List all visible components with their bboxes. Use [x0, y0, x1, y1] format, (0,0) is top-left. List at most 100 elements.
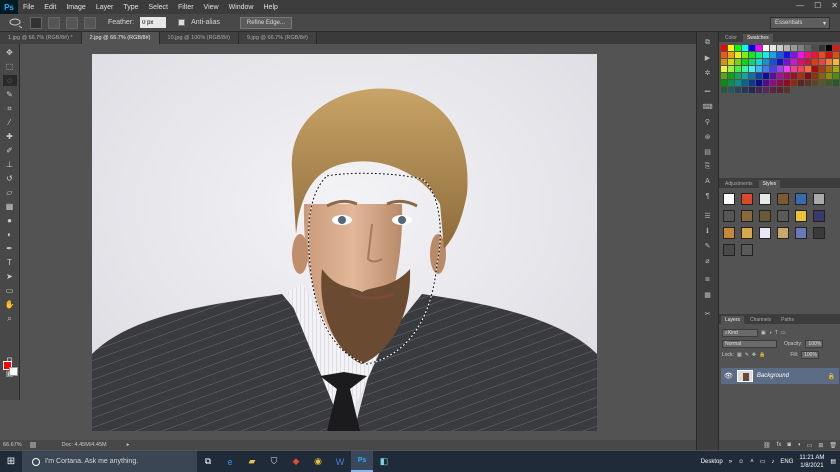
menu-window[interactable]: Window: [224, 4, 259, 11]
tab-layers[interactable]: Layers: [721, 316, 745, 324]
swatch-cell[interactable]: [756, 45, 762, 51]
style-preset-cell[interactable]: [813, 227, 825, 239]
style-preset-cell[interactable]: [777, 227, 789, 239]
new-layer-icon[interactable]: ⊞: [818, 442, 823, 449]
tab-doc-9[interactable]: 9.jpg @ 66.7% (RGB/8#): [238, 32, 317, 44]
menu-file[interactable]: File: [18, 4, 39, 11]
properties-panel-icon[interactable]: ☰: [702, 211, 714, 220]
swatch-cell[interactable]: [798, 45, 804, 51]
swatch-cell[interactable]: [826, 73, 832, 79]
dodge-tool-icon[interactable]: ◐: [3, 229, 17, 240]
swatch-cell[interactable]: [749, 73, 755, 79]
swatch-cell[interactable]: [833, 52, 839, 58]
swatch-cell[interactable]: [812, 52, 818, 58]
swatch-cell[interactable]: [791, 59, 797, 65]
swatch-cell[interactable]: [728, 45, 734, 51]
tab-color[interactable]: Color: [721, 34, 741, 42]
style-preset-cell[interactable]: [741, 210, 753, 222]
tab-doc-2[interactable]: 2.jpg @ 66.7% (RGB/8#): [81, 32, 160, 44]
windows-start-icon[interactable]: ⊞: [0, 451, 22, 472]
swatch-cell[interactable]: [777, 59, 783, 65]
swatch-cell[interactable]: [784, 66, 790, 72]
rectangle-tool-icon[interactable]: ▭: [3, 285, 17, 296]
style-preset-cell[interactable]: [795, 193, 807, 205]
swatch-cell[interactable]: [826, 45, 832, 51]
swatch-cell[interactable]: [819, 80, 825, 86]
measurement-panel-icon[interactable]: ⌀: [702, 256, 714, 265]
cortana-search-box[interactable]: I'm Cortana. Ask me anything.: [22, 451, 197, 472]
3d-panel-icon[interactable]: ⧈: [702, 275, 714, 284]
status-info-icon[interactable]: [29, 442, 36, 448]
swatch-cell[interactable]: [777, 45, 783, 51]
app-red-icon[interactable]: ◆: [285, 451, 307, 472]
chevron-up-icon[interactable]: ˄: [750, 459, 754, 465]
swatch-cell[interactable]: [742, 52, 748, 58]
swatch-cell[interactable]: [826, 66, 832, 72]
swatch-cell[interactable]: [742, 80, 748, 86]
swatch-cell[interactable]: [812, 59, 818, 65]
swatch-cell[interactable]: [791, 80, 797, 86]
swatch-cell[interactable]: [784, 45, 790, 51]
layer-comps-panel-icon[interactable]: ⎘: [702, 162, 714, 171]
glyphs-panel-icon[interactable]: ¶: [702, 192, 714, 201]
swatch-cell[interactable]: [819, 59, 825, 65]
swatch-cell[interactable]: [728, 52, 734, 58]
link-layers-icon[interactable]: ⛓: [763, 442, 771, 449]
document-canvas[interactable]: [92, 54, 597, 431]
add-selection-button[interactable]: [48, 16, 60, 29]
swatch-cell[interactable]: [798, 73, 804, 79]
quick-select-tool-icon[interactable]: ✎: [3, 89, 17, 100]
opacity-input[interactable]: 100%: [805, 339, 824, 348]
swatch-cell[interactable]: [721, 66, 727, 72]
swatch-cell[interactable]: [763, 45, 769, 51]
healing-brush-tool-icon[interactable]: ✚: [3, 131, 17, 142]
clone-source-panel-icon[interactable]: ▤: [702, 147, 714, 156]
swatch-cell[interactable]: [749, 59, 755, 65]
swatch-cell[interactable]: [770, 73, 776, 79]
swatch-cell[interactable]: [798, 59, 804, 65]
close-button[interactable]: ✕: [831, 1, 838, 10]
swatch-cell[interactable]: [728, 59, 734, 65]
gradient-tool-icon[interactable]: ▦: [3, 201, 17, 212]
swatch-cell[interactable]: [735, 80, 741, 86]
menu-view[interactable]: View: [199, 4, 224, 11]
swatch-cell[interactable]: [749, 80, 755, 86]
paragraph-panel-icon[interactable]: ⚲: [702, 117, 714, 126]
swatch-cell[interactable]: [763, 73, 769, 79]
style-preset-cell[interactable]: [723, 210, 735, 222]
swatch-cell[interactable]: [728, 66, 734, 72]
type-tool-icon[interactable]: T: [3, 257, 17, 268]
info-panel-icon[interactable]: ℹ: [702, 226, 714, 235]
file-explorer-icon[interactable]: ▰: [241, 451, 263, 472]
clone-stamp-tool-icon[interactable]: ⊥: [3, 159, 17, 170]
network-icon[interactable]: ▭: [760, 458, 766, 465]
maximize-button[interactable]: ☐: [814, 1, 821, 10]
swatch-cell[interactable]: [749, 52, 755, 58]
swatch-cell[interactable]: [763, 87, 769, 93]
swatch-cell[interactable]: [812, 45, 818, 51]
lock-move-icon[interactable]: ✥: [752, 352, 756, 358]
swatch-cell[interactable]: [756, 73, 762, 79]
app-teal-icon[interactable]: ◧: [373, 451, 395, 472]
desktop-label[interactable]: Desktop: [701, 459, 723, 465]
style-preset-cell[interactable]: [795, 210, 807, 222]
swatch-cell[interactable]: [721, 45, 727, 51]
swatch-cell[interactable]: [749, 45, 755, 51]
status-menu-arrow-icon[interactable]: ▸: [127, 442, 130, 448]
eye-icon[interactable]: 👁: [724, 372, 733, 380]
swatch-cell[interactable]: [763, 80, 769, 86]
swatch-cell[interactable]: [735, 87, 741, 93]
swatch-cell[interactable]: [805, 52, 811, 58]
brush-panel-icon[interactable]: ⊛: [702, 132, 714, 141]
menu-image[interactable]: Image: [61, 4, 90, 11]
swatch-cell[interactable]: [728, 87, 734, 93]
swatch-cell[interactable]: [812, 73, 818, 79]
swatch-cell[interactable]: [735, 52, 741, 58]
tab-adjustments[interactable]: Adjustments: [721, 180, 757, 188]
swatch-cell[interactable]: [777, 66, 783, 72]
store-icon[interactable]: ⛉: [263, 451, 285, 472]
edge-icon[interactable]: e: [219, 451, 241, 472]
style-preset-cell[interactable]: [741, 193, 753, 205]
lasso-tool-icon[interactable]: ◌: [2, 75, 17, 86]
style-preset-cell[interactable]: [741, 244, 753, 256]
